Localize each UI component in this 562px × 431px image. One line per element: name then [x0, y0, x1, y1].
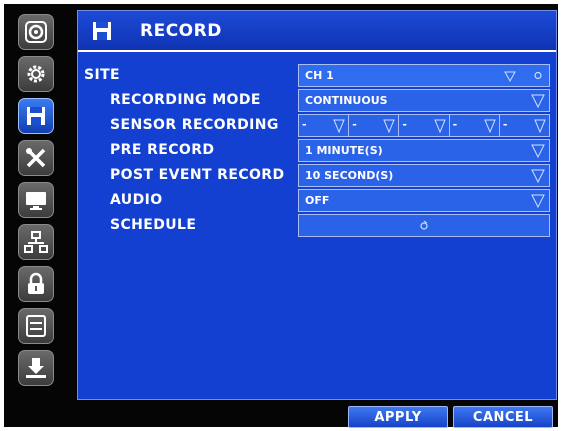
chevron-down-icon[interactable] [332, 117, 346, 134]
recording-mode-label: RECORDING MODE [110, 92, 261, 108]
chevron-down-icon[interactable] [503, 69, 517, 83]
apply-button[interactable]: APPLY [348, 406, 448, 428]
pre-record-select[interactable]: 1 MINUTE(S) [298, 139, 550, 162]
recording-mode-select[interactable]: CONTINUOUS [298, 89, 550, 112]
tools-icon[interactable] [18, 140, 54, 176]
audio-select[interactable]: OFF [298, 189, 550, 212]
sensor-segment[interactable]: - [450, 115, 500, 136]
sensor-recording-row: SENSOR RECORDING - - - - - [78, 114, 556, 138]
dvr-screen: RECORD SITE CH 1 RECORDING MODE CONTINUO… [4, 4, 558, 428]
pre-record-label: PRE RECORD [110, 142, 215, 158]
sensor-segment[interactable]: - [500, 115, 549, 136]
cancel-button[interactable]: CANCEL [453, 406, 553, 428]
sensor-segment[interactable]: - [399, 115, 450, 136]
recording-mode-value: CONTINUOUS [305, 94, 388, 107]
chevron-down-icon[interactable] [530, 167, 546, 184]
schedule-label: SCHEDULE [110, 217, 197, 233]
audio-value: OFF [305, 194, 330, 207]
network-icon[interactable] [18, 224, 54, 260]
site-value: CH 1 [305, 69, 334, 82]
download-icon[interactable] [18, 350, 54, 386]
site-select[interactable]: CH 1 [298, 64, 550, 87]
post-event-record-label: POST EVENT RECORD [110, 167, 285, 183]
recording-mode-row: RECORDING MODE CONTINUOUS [78, 89, 556, 113]
site-label: SITE [84, 67, 121, 83]
chevron-down-icon[interactable] [433, 117, 447, 134]
sensor-segment[interactable]: - [349, 115, 400, 136]
schedule-button[interactable] [298, 214, 550, 237]
title-bar: RECORD [78, 11, 556, 52]
chevron-down-icon[interactable] [530, 192, 546, 209]
lock-icon[interactable] [18, 266, 54, 302]
chevron-down-icon[interactable] [382, 117, 396, 134]
chevron-down-icon[interactable] [533, 117, 547, 134]
sidebar [10, 12, 70, 402]
chevron-down-icon[interactable] [483, 117, 497, 134]
page-title: RECORD [140, 21, 222, 41]
sensor-recording-field: - - - - - [298, 114, 550, 137]
post-event-record-row: POST EVENT RECORD 10 SECOND(S) [78, 164, 556, 188]
site-row: SITE CH 1 [78, 64, 556, 88]
chevron-down-icon[interactable] [530, 142, 546, 159]
pre-record-row: PRE RECORD 1 MINUTE(S) [78, 139, 556, 163]
sensor-segment[interactable]: - [299, 115, 350, 136]
camera-icon[interactable] [18, 14, 54, 50]
save-icon [93, 22, 111, 40]
post-event-record-select[interactable]: 10 SECOND(S) [298, 164, 550, 187]
chevron-down-icon[interactable] [530, 92, 546, 109]
save-icon[interactable] [18, 98, 54, 134]
schedule-row: SCHEDULE [78, 214, 556, 238]
audio-row: AUDIO OFF [78, 189, 556, 213]
audio-label: AUDIO [110, 192, 163, 208]
post-event-record-value: 10 SECOND(S) [305, 169, 394, 182]
sensor-recording-label: SENSOR RECORDING [110, 117, 279, 133]
monitor-icon[interactable] [18, 182, 54, 218]
record-panel: RECORD SITE CH 1 RECORDING MODE CONTINUO… [77, 10, 557, 400]
pre-record-value: 1 MINUTE(S) [305, 144, 383, 157]
refresh-icon [420, 220, 428, 230]
storage-icon[interactable] [18, 308, 54, 344]
refresh-icon[interactable] [530, 67, 546, 84]
gear-icon[interactable] [18, 56, 54, 92]
